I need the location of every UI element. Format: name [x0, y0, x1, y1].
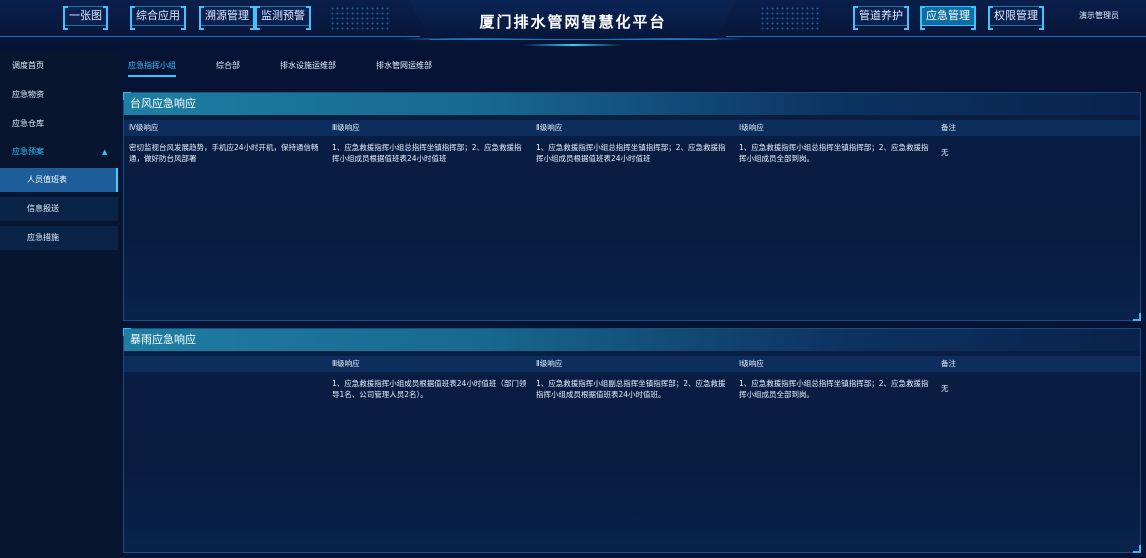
tab-drainage-facility-ops[interactable]: 排水设施运维部: [280, 57, 336, 77]
panel-glow: [124, 230, 1140, 320]
column-header: 备注: [941, 359, 956, 368]
column-header: Ⅱ级响应: [536, 359, 563, 368]
tab-drainage-network-ops[interactable]: 排水管网运维部: [376, 57, 432, 77]
column-header: Ⅱ级响应: [536, 123, 563, 132]
panel-title: 台风应急响应: [124, 93, 1140, 115]
current-user[interactable]: 演示管理员: [1079, 10, 1119, 21]
table-cell: 无: [941, 384, 949, 393]
nav-button-map[interactable]: 一张图: [63, 6, 108, 30]
nav-button-integrated-apps[interactable]: 综合应用: [130, 6, 186, 30]
sidebar-item-label: 应急仓库: [12, 119, 44, 128]
table-cell: 无: [941, 148, 949, 157]
sidebar-item-label: 应急预案: [12, 147, 44, 156]
title-underline: [523, 44, 623, 46]
sidebar-item-label: 调度首页: [12, 61, 44, 70]
panel-glow: [124, 462, 1140, 552]
column-header: Ⅰ级响应: [739, 123, 764, 132]
sidebar-item-duty-roster[interactable]: 人员值班表: [0, 168, 118, 192]
chevron-up-icon: ▲: [102, 148, 108, 156]
sidebar-item-label: 信息报送: [27, 204, 59, 213]
header-divider-left: [0, 36, 420, 37]
table-header: Ⅲ级响应 Ⅱ级响应 Ⅰ级响应 备注: [124, 356, 1140, 372]
nav-button-permission-management[interactable]: 权限管理: [988, 6, 1044, 30]
top-header: 厦门排水管网智慧化平台 一张图 综合应用 溯源管理 监测预警 管道养护 应急管理…: [0, 0, 1146, 50]
typhoon-response-panel: 台风应急响应 Ⅳ级响应 Ⅲ级响应 Ⅱ级响应 Ⅰ级响应 备注 密切监视台风发展趋势…: [123, 92, 1141, 321]
header-divider-right: [726, 36, 1146, 37]
panel-title: 暴雨应急响应: [124, 329, 1140, 351]
column-header: Ⅳ级响应: [129, 123, 159, 132]
tab-command-group[interactable]: 应急指挥小组: [128, 57, 176, 77]
table-header: Ⅳ级响应 Ⅲ级响应 Ⅱ级响应 Ⅰ级响应 备注: [124, 120, 1140, 136]
column-header: Ⅲ级响应: [332, 123, 360, 132]
nav-button-emergency-management[interactable]: 应急管理: [920, 6, 976, 30]
nav-button-pipe-maintenance[interactable]: 管道养护: [853, 6, 909, 30]
sidebar-item-dispatch-home[interactable]: 调度首页: [0, 54, 118, 78]
app-title: 厦门排水管网智慧化平台: [479, 13, 667, 31]
header-dots-decoration-left: [330, 6, 390, 30]
table-cell: 1、应急救援指挥小组成员根据值班表24小时值班（部门领导1名、公司管理人员2名）…: [332, 379, 527, 399]
column-header: Ⅰ级响应: [739, 359, 764, 368]
nav-button-source-tracing[interactable]: 溯源管理: [199, 6, 255, 30]
column-header: Ⅲ级响应: [332, 359, 360, 368]
sidebar-item-label: 应急物资: [12, 90, 44, 99]
sidebar-item-emergency-plan[interactable]: 应急预案 ▲: [0, 140, 118, 164]
sidebar: 调度首页 应急物资 应急仓库 应急预案 ▲ 人员值班表 信息报送 应急措施: [0, 52, 120, 558]
table-cell: 密切监视台风发展趋势，手机应24小时开机，保持通信畅通，做好防台风部署: [129, 143, 319, 163]
table-cell: 1、应急救援指挥小组副总指挥坐镇指挥部；2、应急救援指挥小组成员根据值班表24小…: [536, 379, 726, 399]
column-header: 备注: [941, 123, 956, 132]
sidebar-item-label: 人员值班表: [27, 175, 67, 184]
table-cell: 1、应急救援指挥小组总指挥坐镇指挥部；2、应急救援指挥小组成员根据值班表24小时…: [536, 143, 726, 163]
sidebar-item-emergency-measures[interactable]: 应急措施: [0, 226, 118, 250]
nav-button-monitoring-alert[interactable]: 监测预警: [255, 6, 311, 30]
table-cell: 1、应急救援指挥小组总指挥坐镇指挥部；2、应急救援指挥小组成员全部到岗。: [739, 143, 929, 163]
sidebar-item-emergency-supplies[interactable]: 应急物资: [0, 83, 118, 107]
table-cell: 1、应急救援指挥小组总指挥坐镇指挥部；2、应急救援指挥小组成员根据值班表24小时…: [332, 143, 522, 163]
sidebar-item-emergency-warehouse[interactable]: 应急仓库: [0, 112, 118, 136]
sidebar-item-label: 应急措施: [27, 233, 59, 242]
tab-general-department[interactable]: 综合部: [216, 57, 240, 77]
rainstorm-response-panel: 暴雨应急响应 Ⅲ级响应 Ⅱ级响应 Ⅰ级响应 备注 1、应急救援指挥小组成员根据值…: [123, 328, 1141, 553]
sidebar-item-info-reporting[interactable]: 信息报送: [0, 197, 118, 221]
header-dots-decoration-right: [760, 6, 820, 30]
table-cell: 1、应急救援指挥小组总指挥坐镇指挥部；2、应急救援指挥小组成员全部到岗。: [739, 379, 929, 399]
